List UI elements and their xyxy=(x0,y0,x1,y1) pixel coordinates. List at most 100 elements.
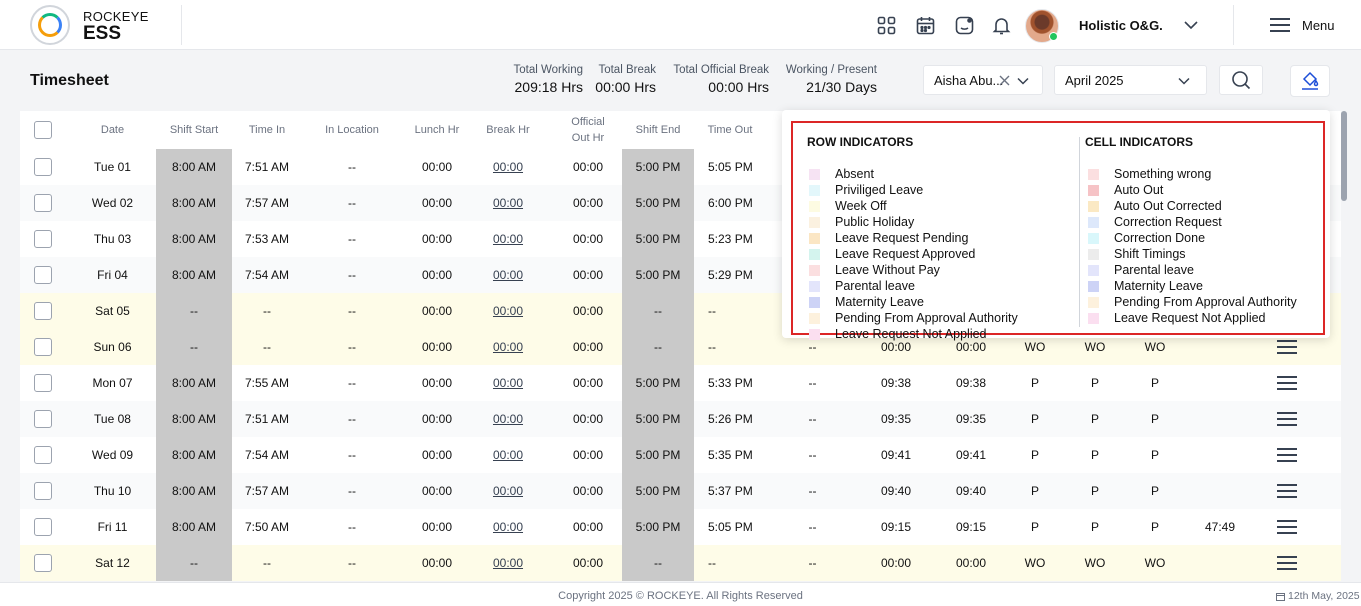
chevron-down-icon[interactable] xyxy=(1183,17,1199,38)
row-checkbox-cell[interactable] xyxy=(31,257,55,293)
clear-icon[interactable] xyxy=(999,75,1010,86)
row-actions-menu[interactable] xyxy=(1275,509,1299,545)
cell-value[interactable]: 00:00 xyxy=(493,376,523,390)
row-checkbox-cell[interactable] xyxy=(31,509,55,545)
calendar-icon[interactable] xyxy=(915,15,935,35)
table-row[interactable]: Mon 07 8:00 AM 7:55 AM -- 00:00 00:00 00:00 5:0… xyxy=(20,365,1341,401)
cell-date: Fri 11 xyxy=(60,509,165,545)
legend-toggle-button[interactable] xyxy=(1290,65,1330,97)
employee-select[interactable]: Aisha Abu... xyxy=(923,65,1043,95)
row-checkbox[interactable] xyxy=(34,410,52,428)
cell-value[interactable]: 00:00 xyxy=(493,196,523,210)
cell-value: Mon 07 xyxy=(92,376,133,390)
row-checkbox[interactable] xyxy=(34,230,52,248)
cell-value: 7:57 AM xyxy=(244,196,290,210)
row-checkbox-cell[interactable] xyxy=(31,365,55,401)
select-all-checkbox-cell[interactable] xyxy=(31,111,55,149)
cell-break-hr[interactable]: 00:00 xyxy=(472,221,544,257)
cell-value: 00:00 xyxy=(421,484,453,498)
select-all-checkbox[interactable] xyxy=(34,121,52,139)
cell-value[interactable]: 00:00 xyxy=(493,448,523,462)
cell-value: -- xyxy=(348,448,356,462)
cell-value[interactable]: 00:00 xyxy=(493,412,523,426)
row-checkbox[interactable] xyxy=(34,518,52,536)
cell-extra: 09:15 xyxy=(880,520,912,534)
row-checkbox[interactable] xyxy=(34,554,52,572)
cell-break-hr[interactable]: 00:00 xyxy=(472,545,544,581)
organization-name[interactable]: Holistic O&G. xyxy=(1079,18,1163,33)
row-actions-menu[interactable] xyxy=(1275,365,1299,401)
chevron-down-icon[interactable] xyxy=(1016,74,1030,88)
cell-value[interactable]: 00:00 xyxy=(493,232,523,246)
cell-break-hr[interactable]: 00:00 xyxy=(472,149,544,185)
row-actions-menu[interactable] xyxy=(1275,401,1299,437)
row-checkbox-cell[interactable] xyxy=(31,221,55,257)
legend-swatch xyxy=(1088,232,1099,244)
cell-value[interactable]: 00:00 xyxy=(493,556,523,570)
chevron-down-icon[interactable] xyxy=(1177,74,1191,88)
cell-extra: -- xyxy=(808,376,817,390)
apps-grid-icon[interactable] xyxy=(876,15,896,35)
row-checkbox-cell[interactable] xyxy=(31,545,55,581)
row-checkbox-cell[interactable] xyxy=(31,185,55,221)
row-checkbox[interactable] xyxy=(34,266,52,284)
table-row[interactable]: Wed 09 8:00 AM 7:54 AM -- 00:00 00:00 00:00 5:0… xyxy=(20,437,1341,473)
row-checkbox[interactable] xyxy=(34,302,52,320)
row-checkbox-cell[interactable] xyxy=(31,149,55,185)
row-checkbox[interactable] xyxy=(34,158,52,176)
row-actions-menu[interactable] xyxy=(1275,545,1299,581)
row-actions-menu[interactable] xyxy=(1275,473,1299,509)
chat-badge-icon[interactable] xyxy=(954,15,974,35)
row-checkbox[interactable] xyxy=(34,446,52,464)
cell-break-hr[interactable]: 00:00 xyxy=(472,365,544,401)
cell-value: 00:00 xyxy=(572,484,604,498)
cell-value[interactable]: 00:00 xyxy=(493,520,523,534)
table-row[interactable]: Fri 11 8:00 AM 7:50 AM -- 00:00 00:00 00:00 5:0… xyxy=(20,509,1341,545)
row-checkbox[interactable] xyxy=(34,374,52,392)
rockeye-logo[interactable] xyxy=(30,5,70,45)
table-scrollbar[interactable] xyxy=(1341,111,1347,201)
cell-value[interactable]: 00:00 xyxy=(493,340,523,354)
cell-value: Thu 03 xyxy=(93,232,132,246)
legend-item: Priviliged Leave xyxy=(809,182,1018,198)
cell-time-in: -- xyxy=(231,545,303,581)
table-row[interactable]: Tue 08 8:00 AM 7:51 AM -- 00:00 00:00 00:00 5:0… xyxy=(20,401,1341,437)
cell-break-hr[interactable]: 00:00 xyxy=(472,437,544,473)
month-select[interactable]: April 2025 xyxy=(1054,65,1207,95)
row-checkbox-cell[interactable] xyxy=(31,473,55,509)
cell-official-out-hr: 00:00 xyxy=(549,473,627,509)
cell-value: 00:00 xyxy=(421,196,453,210)
table-row[interactable]: Sat 12 -- -- -- 00:00 00:00 00:00 -- -- -- 00:00 00… xyxy=(20,545,1341,581)
row-checkbox-cell[interactable] xyxy=(31,437,55,473)
legend-item: Maternity Leave xyxy=(809,294,1018,310)
search-button[interactable] xyxy=(1219,65,1263,95)
table-row[interactable]: Thu 10 8:00 AM 7:57 AM -- 00:00 00:00 00:00 5:0… xyxy=(20,473,1341,509)
row-actions-menu[interactable] xyxy=(1275,437,1299,473)
row-checkbox[interactable] xyxy=(34,482,52,500)
row-checkbox[interactable] xyxy=(34,338,52,356)
cell-shift-end: 5:00 PM xyxy=(622,401,694,437)
cell-value[interactable]: 00:00 xyxy=(493,268,523,282)
cell-value: 5:00 PM xyxy=(635,160,681,174)
row-checkbox[interactable] xyxy=(34,194,52,212)
row-checkbox-cell[interactable] xyxy=(31,293,55,329)
cell-break-hr[interactable]: 00:00 xyxy=(472,473,544,509)
cell-break-hr[interactable]: 00:00 xyxy=(472,293,544,329)
cell-value[interactable]: 00:00 xyxy=(493,484,523,498)
cell-break-hr[interactable]: 00:00 xyxy=(472,509,544,545)
cell-value: -- xyxy=(263,304,271,318)
cell-value: -- xyxy=(348,520,356,534)
menu-button[interactable]: Menu xyxy=(1270,15,1335,35)
cell-value[interactable]: 00:00 xyxy=(493,160,523,174)
bell-icon[interactable] xyxy=(991,15,1011,35)
cell-value[interactable]: 00:00 xyxy=(493,304,523,318)
legend-label: Shift Timings xyxy=(1114,247,1186,261)
cell-value: -- xyxy=(348,484,356,498)
cell-break-hr[interactable]: 00:00 xyxy=(472,185,544,221)
row-checkbox-cell[interactable] xyxy=(31,401,55,437)
row-checkbox-cell[interactable] xyxy=(31,329,55,365)
cell-break-hr[interactable]: 00:00 xyxy=(472,257,544,293)
cell-break-hr[interactable]: 00:00 xyxy=(472,401,544,437)
cell-break-hr[interactable]: 00:00 xyxy=(472,329,544,365)
cell-in-location: -- xyxy=(303,185,401,221)
